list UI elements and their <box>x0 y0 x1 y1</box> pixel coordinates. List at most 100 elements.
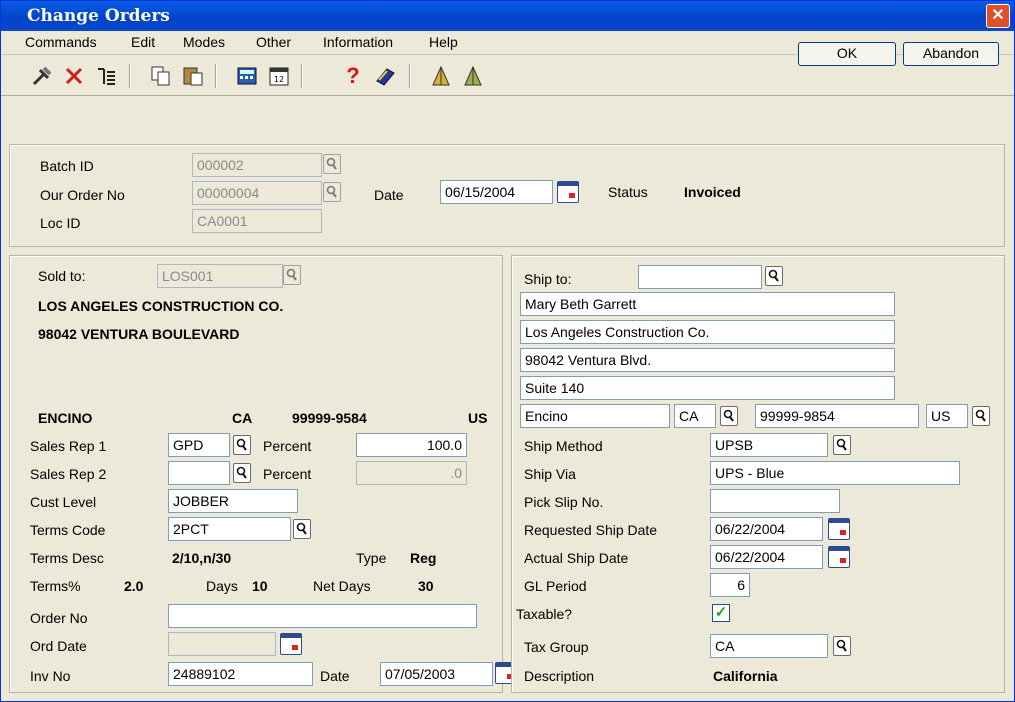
act-ship-date-field[interactable]: 06/22/2004 <box>710 545 823 569</box>
ship-to-label: Ship to: <box>524 271 572 287</box>
order-no-cust-label: Order No <box>30 610 88 626</box>
ship-to-state-field[interactable]: CA <box>674 404 716 428</box>
toolbar-separator <box>215 64 217 88</box>
sales-rep2-label: Sales Rep 2 <box>30 466 107 482</box>
loc-id-label: Loc ID <box>40 215 81 231</box>
sold-to-state: CA <box>232 410 253 426</box>
sales-rep1-label: Sales Rep 1 <box>30 438 107 454</box>
sales-rep2-field[interactable] <box>168 461 230 485</box>
ship-to-country-field[interactable]: US <box>926 404 968 428</box>
terms-pct-label: Terms% <box>30 578 81 594</box>
terms-pct-value: 2.0 <box>124 578 144 594</box>
tent-alt-icon[interactable] <box>461 64 485 88</box>
net-days-label: Net Days <box>313 578 371 594</box>
ship-via-field[interactable]: UPS - Blue <box>710 461 960 485</box>
calendar-icon[interactable]: 12 <box>267 64 291 88</box>
book-icon[interactable] <box>373 64 397 88</box>
terms-desc-value: 2/10,n/30 <box>172 550 232 566</box>
ord-date-calendar-icon[interactable] <box>280 633 302 655</box>
ship-to-search-icon[interactable] <box>765 266 783 286</box>
tax-group-field[interactable]: CA <box>710 634 828 658</box>
tax-group-search-icon[interactable] <box>833 636 851 656</box>
toolbar-separator <box>409 64 411 88</box>
title-bar: Change Orders ✕ <box>1 1 1014 31</box>
ship-method-search-icon[interactable] <box>833 435 851 455</box>
inv-no-field[interactable]: 24889102 <box>168 662 313 686</box>
ship-to-zip-field[interactable]: 99999-9854 <box>755 404 919 428</box>
order-no-cust-field[interactable] <box>168 604 477 628</box>
percent2-field[interactable]: .0 <box>356 461 467 485</box>
sales-rep2-search-icon[interactable] <box>233 463 251 483</box>
ship-to-line3-field[interactable]: 98042 Ventura Blvd. <box>520 348 895 372</box>
batch-id-search-icon[interactable] <box>323 154 341 174</box>
req-ship-date-calendar-icon[interactable] <box>828 518 850 540</box>
sales-rep1-search-icon[interactable] <box>233 435 251 455</box>
ship-to-line4-field[interactable]: Suite 140 <box>520 376 895 400</box>
sold-to-label: Sold to: <box>38 268 86 284</box>
date-field[interactable]: 06/15/2004 <box>440 180 553 204</box>
copy-icon[interactable] <box>149 64 173 88</box>
date-calendar-icon[interactable] <box>557 181 579 203</box>
batch-id-field[interactable]: 000002 <box>192 153 322 177</box>
abandon-button[interactable]: Abandon <box>903 42 999 66</box>
sold-to-country: US <box>468 410 488 426</box>
percent1-label: Percent <box>263 438 312 454</box>
menu-commands[interactable]: Commands <box>25 34 97 50</box>
ship-to-panel: Ship to: Mary Beth Garrett Los Angeles C… <box>511 255 1005 693</box>
ship-to-state-search-icon[interactable] <box>720 406 738 426</box>
cust-level-field[interactable]: JOBBER <box>168 489 298 513</box>
sales-rep1-field[interactable]: GPD <box>168 433 230 457</box>
status-value: Invoiced <box>684 184 741 200</box>
toolbar: 12 ? OK Abandon <box>1 42 1014 96</box>
type-value: Reg <box>410 550 437 566</box>
ship-to-field[interactable] <box>638 265 762 289</box>
act-ship-date-label: Actual Ship Date <box>524 550 629 566</box>
delete-icon[interactable] <box>62 64 86 88</box>
menu-other[interactable]: Other <box>256 34 291 50</box>
req-ship-date-field[interactable]: 06/22/2004 <box>710 517 823 541</box>
percent1-field[interactable]: 100.0 <box>356 433 467 457</box>
terms-code-label: Terms Code <box>30 522 106 538</box>
ship-via-label: Ship Via <box>524 466 576 482</box>
inv-date-field[interactable]: 07/05/2003 <box>380 662 493 686</box>
menu-help[interactable]: Help <box>429 34 458 50</box>
tools-icon[interactable] <box>30 64 54 88</box>
pick-slip-field[interactable] <box>710 489 840 513</box>
net-days-value: 30 <box>418 578 434 594</box>
ok-button[interactable]: OK <box>798 42 896 66</box>
date-label: Date <box>374 187 404 203</box>
gl-period-field[interactable]: 6 <box>710 573 750 597</box>
sold-to-search-icon[interactable] <box>283 265 301 285</box>
sold-to-field[interactable]: LOS001 <box>157 264 283 288</box>
paste-icon[interactable] <box>181 64 205 88</box>
days-value: 10 <box>252 578 268 594</box>
calculator-icon[interactable] <box>235 64 259 88</box>
ship-method-label: Ship Method <box>524 438 603 454</box>
ord-date-label: Ord Date <box>30 638 87 654</box>
order-no-search-icon[interactable] <box>323 182 341 202</box>
sold-to-name: LOS ANGELES CONSTRUCTION CO. <box>38 298 284 314</box>
ship-method-field[interactable]: UPSB <box>710 433 828 457</box>
act-ship-date-calendar-icon[interactable] <box>828 546 850 568</box>
ord-date-field[interactable] <box>168 632 276 656</box>
close-button[interactable]: ✕ <box>986 4 1010 28</box>
help-icon[interactable]: ? <box>341 64 365 88</box>
terms-code-search-icon[interactable] <box>293 519 311 539</box>
order-no-field[interactable]: 00000004 <box>192 181 322 205</box>
terms-code-field[interactable]: 2PCT <box>168 517 291 541</box>
tax-group-label: Tax Group <box>524 639 589 655</box>
menu-modes[interactable]: Modes <box>183 34 225 50</box>
ship-to-line1-field[interactable]: Mary Beth Garrett <box>520 292 895 316</box>
terms-desc-label: Terms Desc <box>30 550 104 566</box>
taxable-checkbox[interactable]: ✓ <box>712 604 730 622</box>
ship-to-country-search-icon[interactable] <box>972 406 990 426</box>
list-icon[interactable] <box>94 64 118 88</box>
tent-icon[interactable] <box>429 64 453 88</box>
header-panel: Batch ID 000002 Our Order No 00000004 Lo… <box>9 144 1005 247</box>
loc-id-field[interactable]: CA0001 <box>192 209 322 233</box>
type-label: Type <box>356 550 387 566</box>
menu-information[interactable]: Information <box>323 34 393 50</box>
ship-to-line2-field[interactable]: Los Angeles Construction Co. <box>520 320 895 344</box>
ship-to-city-field[interactable]: Encino <box>520 404 670 428</box>
menu-edit[interactable]: Edit <box>131 34 155 50</box>
